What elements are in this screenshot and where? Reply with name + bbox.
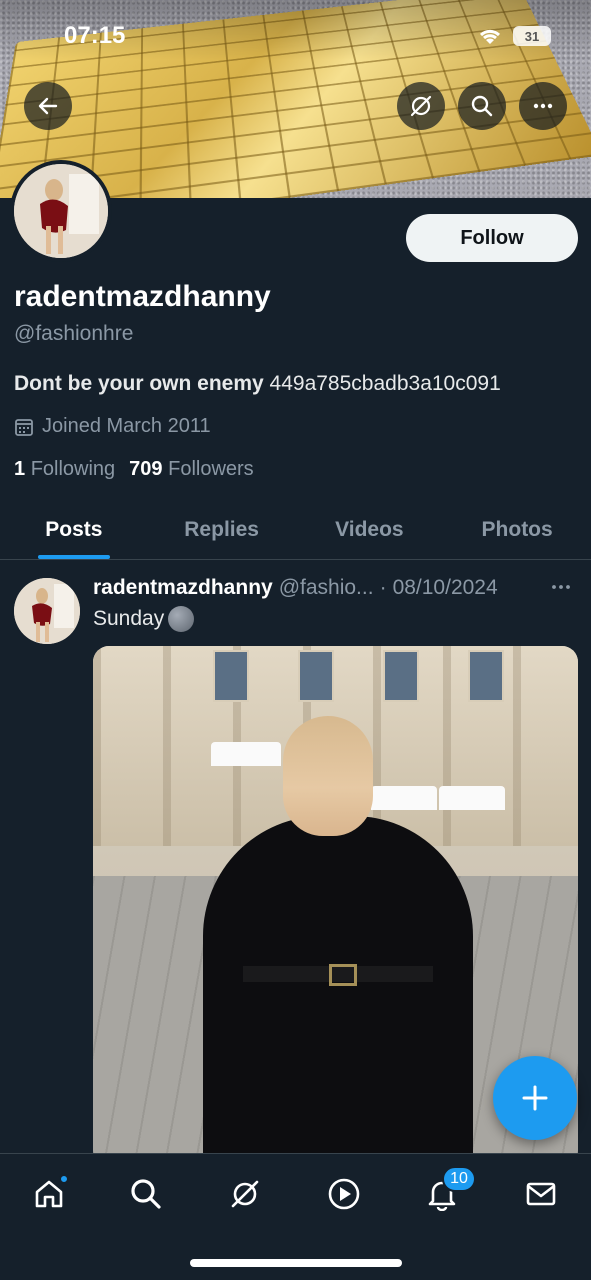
tab-replies[interactable]: Replies (148, 500, 296, 559)
shop-awning (211, 742, 281, 766)
back-arrow-icon (38, 97, 58, 115)
bio-rest-text: 449a785cbadb3a10c091 (263, 372, 501, 395)
battery-indicator: 31 (513, 26, 551, 46)
following-count: 1 (14, 458, 26, 480)
profile-bio: Dont be your own enemy 449a785cbadb3a10c… (14, 372, 501, 396)
following-label: Following (30, 458, 116, 480)
search-icon (131, 1179, 161, 1209)
status-icons: 31 (477, 26, 551, 46)
calendar-icon (15, 418, 33, 436)
following-link[interactable]: 1 Following (14, 458, 115, 481)
post-author-avatar[interactable] (14, 578, 80, 644)
play-icon (328, 1178, 360, 1210)
mail-icon (526, 1182, 556, 1206)
nav-notifications[interactable]: 10 (418, 1166, 476, 1218)
home-indicator (190, 1259, 402, 1267)
avatar-photo (14, 164, 108, 258)
post-text: Sunday (93, 606, 195, 632)
profile-stats: 1 Following 709 Followers (14, 458, 254, 481)
person-coat (203, 816, 473, 1166)
new-moon-emoji-icon (168, 606, 195, 632)
search-profile-button[interactable] (458, 82, 506, 130)
tab-photos[interactable]: Photos (443, 500, 591, 559)
back-button[interactable] (24, 82, 72, 130)
profile-tabs: Posts Replies Videos Photos (0, 500, 591, 560)
profile-handle: @fashionhre (14, 322, 134, 345)
followers-link[interactable]: 709 Followers (129, 458, 254, 481)
person-head (283, 716, 373, 836)
tab-videos[interactable]: Videos (296, 500, 444, 559)
belt-buckle (329, 964, 357, 986)
post-header: radentmazdhanny @fashio... · 08/10/2024 (93, 576, 533, 600)
more-icon (552, 585, 570, 589)
followers-label: Followers (168, 458, 254, 480)
more-options-button[interactable] (519, 82, 567, 130)
nav-video[interactable] (320, 1170, 368, 1218)
shop-awning (371, 786, 437, 810)
facade-window (468, 650, 504, 702)
home-unread-dot (59, 1174, 69, 1184)
nav-grok[interactable] (221, 1170, 269, 1218)
nav-home[interactable] (25, 1170, 73, 1218)
more-icon (533, 103, 553, 109)
post-date[interactable]: 08/10/2024 (393, 576, 498, 600)
post-author-handle[interactable]: @fashio... (279, 576, 374, 600)
wifi-icon (479, 29, 501, 44)
post-avatar-photo (14, 578, 80, 644)
grok-button[interactable] (397, 82, 445, 130)
plus-icon (522, 1085, 548, 1111)
joined-date: Joined March 2011 (14, 415, 211, 438)
facade-window (213, 650, 249, 702)
nav-messages[interactable] (517, 1170, 565, 1218)
profile-display-name: radentmazdhanny (14, 280, 271, 313)
post-more-button[interactable] (550, 576, 572, 604)
grok-icon (410, 95, 432, 117)
nav-search[interactable] (122, 1170, 170, 1218)
status-time: 07:15 (64, 22, 126, 49)
shop-awning (439, 786, 505, 810)
facade-window (298, 650, 334, 702)
grok-icon (231, 1180, 259, 1208)
post-text-content: Sunday (93, 607, 165, 630)
tab-posts[interactable]: Posts (0, 500, 148, 559)
bottom-navigation: 10 (0, 1153, 591, 1280)
facade-window (383, 650, 419, 702)
notifications-badge: 10 (442, 1166, 476, 1192)
profile-avatar[interactable] (10, 160, 112, 262)
search-icon (471, 95, 493, 117)
joined-text: Joined March 2011 (42, 415, 211, 437)
post-author-name[interactable]: radentmazdhanny (93, 576, 273, 600)
post-separator: · (379, 576, 387, 599)
follow-button[interactable]: Follow (406, 214, 578, 262)
compose-post-button[interactable] (493, 1056, 577, 1140)
bio-bold-text: Dont be your own enemy (14, 372, 264, 395)
followers-count: 709 (129, 458, 163, 480)
